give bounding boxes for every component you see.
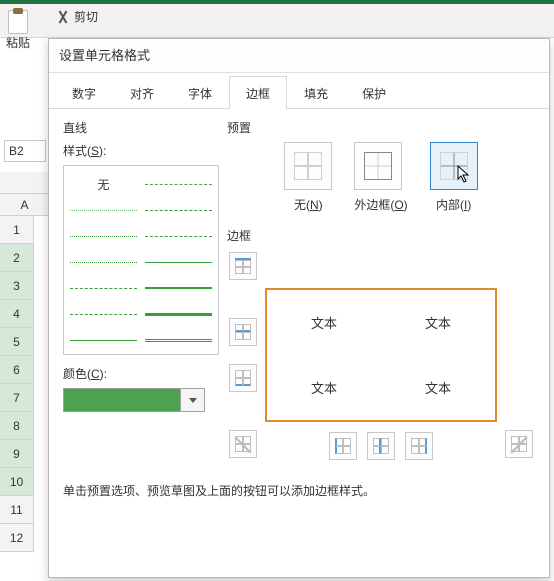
row-header[interactable]: 12 bbox=[0, 524, 34, 552]
dialog-title: 设置单元格格式 bbox=[49, 39, 549, 73]
line-style-option[interactable] bbox=[145, 313, 212, 316]
border-right-button[interactable] bbox=[405, 432, 433, 460]
column-headers: A bbox=[0, 172, 50, 216]
preset-outer-button[interactable] bbox=[354, 142, 402, 190]
line-style-list[interactable]: 无 bbox=[63, 165, 219, 355]
border-mid-h-button[interactable] bbox=[229, 318, 257, 346]
border-tab-content: 直线 样式(S): 无 bbox=[49, 109, 549, 460]
color-label-key: C bbox=[91, 367, 100, 381]
name-box[interactable]: B2 bbox=[4, 140, 46, 162]
line-style-none[interactable]: 无 bbox=[70, 176, 137, 193]
preview-cell-text: 文本 bbox=[311, 313, 337, 332]
border-preview[interactable]: 文本 文本 文本 文本 bbox=[265, 288, 497, 422]
line-style-option[interactable] bbox=[70, 314, 137, 315]
dialog-tabs: 数字 对齐 字体 边框 填充 保护 bbox=[49, 73, 549, 109]
row-header[interactable]: 11 bbox=[0, 496, 34, 524]
line-section-label: 直线 bbox=[63, 119, 219, 136]
scissors-icon bbox=[56, 10, 70, 24]
app-accent-bar bbox=[0, 0, 554, 4]
preset-inner-label: 内部(I) bbox=[430, 196, 478, 213]
color-label: 颜色(C): bbox=[63, 365, 219, 382]
row-header[interactable]: 8 bbox=[0, 412, 34, 440]
row-header[interactable]: 5 bbox=[0, 328, 34, 356]
cut-label: 剪切 bbox=[74, 8, 98, 25]
cut-button[interactable]: 剪切 bbox=[56, 8, 98, 25]
preset-outer-label: 外边框(O) bbox=[354, 196, 407, 213]
line-style-option[interactable] bbox=[145, 236, 212, 237]
tab-alignment[interactable]: 对齐 bbox=[113, 76, 171, 109]
line-style-option[interactable] bbox=[145, 210, 212, 211]
row-header[interactable]: 2 bbox=[0, 244, 34, 272]
row-header[interactable]: 10 bbox=[0, 468, 34, 496]
tab-fill[interactable]: 填充 bbox=[287, 76, 345, 109]
tab-font[interactable]: 字体 bbox=[171, 76, 229, 109]
border-diag-down-button[interactable] bbox=[229, 430, 257, 458]
row-header[interactable]: 6 bbox=[0, 356, 34, 384]
line-style-option[interactable] bbox=[70, 262, 137, 263]
row-header[interactable]: 3 bbox=[0, 272, 34, 300]
border-section-label: 边框 bbox=[227, 227, 535, 244]
line-style-option[interactable] bbox=[70, 288, 137, 289]
preview-cell-text: 文本 bbox=[311, 378, 337, 397]
preset-section-label: 预置 bbox=[227, 119, 535, 136]
line-style-option[interactable] bbox=[145, 287, 212, 289]
excel-window: 粘贴 剪切 B2 A 1 2 3 4 5 6 7 8 9 10 11 12 设置… bbox=[0, 0, 554, 581]
row-header[interactable]: 4 bbox=[0, 300, 34, 328]
clipboard-icon bbox=[4, 8, 32, 36]
border-left-button[interactable] bbox=[329, 432, 357, 460]
style-label-prefix: 样式( bbox=[63, 144, 91, 158]
row-headers: 1 2 3 4 5 6 7 8 9 10 11 12 bbox=[0, 216, 34, 552]
color-dropdown-button[interactable] bbox=[181, 388, 205, 412]
line-style-option[interactable] bbox=[145, 339, 212, 342]
preset-none-label: 无(N) bbox=[284, 196, 332, 213]
border-diag-up-button[interactable] bbox=[505, 430, 533, 458]
paste-button[interactable]: 粘贴 bbox=[4, 8, 32, 51]
color-swatch[interactable] bbox=[63, 388, 181, 412]
preview-cell-text: 文本 bbox=[425, 378, 451, 397]
column-header-a[interactable]: A bbox=[0, 194, 49, 216]
ribbon: 粘贴 剪切 bbox=[0, 0, 554, 38]
border-mid-v-button[interactable] bbox=[367, 432, 395, 460]
line-style-option[interactable] bbox=[70, 210, 137, 211]
preview-cell-text: 文本 bbox=[425, 313, 451, 332]
tab-number[interactable]: 数字 bbox=[55, 76, 113, 109]
border-bottom-button[interactable] bbox=[229, 364, 257, 392]
row-header[interactable]: 1 bbox=[0, 216, 34, 244]
preset-none-button[interactable] bbox=[284, 142, 332, 190]
line-style-option[interactable] bbox=[70, 236, 137, 237]
style-label: 样式(S): bbox=[63, 142, 219, 159]
select-all-corner[interactable] bbox=[0, 172, 49, 194]
hint-text: 单击预置选项、预览草图及上面的按钮可以添加边框样式。 bbox=[49, 460, 549, 499]
line-style-option[interactable] bbox=[145, 184, 212, 185]
color-label-prefix: 颜色( bbox=[63, 367, 91, 381]
tab-protection[interactable]: 保护 bbox=[345, 76, 403, 109]
preset-inner-button[interactable] bbox=[430, 142, 478, 190]
chevron-down-icon bbox=[189, 398, 197, 403]
border-top-button[interactable] bbox=[229, 252, 257, 280]
format-cells-dialog: 设置单元格格式 数字 对齐 字体 边框 填充 保护 直线 样式(S): 无 bbox=[48, 38, 550, 578]
paste-label: 粘贴 bbox=[6, 34, 30, 51]
style-label-key: S bbox=[91, 144, 99, 158]
tab-border[interactable]: 边框 bbox=[229, 76, 287, 109]
row-header[interactable]: 9 bbox=[0, 440, 34, 468]
style-label-suffix: ): bbox=[99, 144, 106, 158]
row-header[interactable]: 7 bbox=[0, 384, 34, 412]
color-label-suffix: ): bbox=[100, 367, 107, 381]
line-style-option[interactable] bbox=[145, 262, 212, 263]
line-style-option[interactable] bbox=[70, 340, 137, 341]
